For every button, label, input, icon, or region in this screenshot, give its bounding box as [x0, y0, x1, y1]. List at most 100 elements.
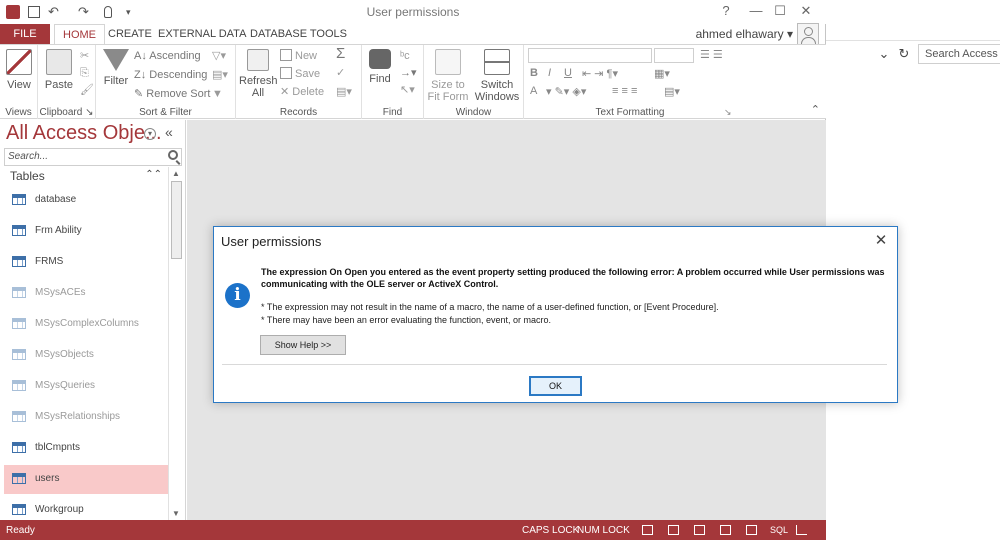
gridlines-icon[interactable]: ▦▾ [654, 67, 670, 80]
datasheet-view-icon[interactable] [642, 525, 653, 535]
format-painter-icon[interactable]: 🖌 [80, 82, 94, 98]
more-records-icon[interactable]: ▤▾ [336, 84, 352, 100]
pivot-chart-view-icon[interactable] [694, 525, 705, 535]
collapse-ribbon-icon[interactable]: ⌃ [811, 103, 820, 116]
find-button[interactable]: Find [364, 49, 396, 85]
nav-item-msysqueries[interactable]: MSysQueries [4, 372, 168, 401]
paste-button[interactable]: Paste [42, 49, 76, 91]
chevron-down-icon[interactable]: ⌄ [876, 46, 892, 62]
size-to-fit-label-2: Fit Form [427, 91, 469, 103]
copy-icon[interactable]: ⎘ [80, 65, 89, 81]
remove-sort-button[interactable]: ✎ Remove Sort [134, 86, 210, 102]
tab-home[interactable]: HOME [54, 24, 105, 44]
caps-lock-indicator: CAPS LOCK [522, 525, 580, 536]
new-record-button[interactable]: New [280, 48, 317, 64]
tab-external-data[interactable]: EXTERNAL DATA [150, 24, 254, 44]
help-icon[interactable]: ? [716, 3, 736, 18]
advanced-filter-icon[interactable]: ▤▾ [212, 67, 228, 83]
alternate-row-color-icon[interactable]: ▤▾ [664, 85, 680, 98]
list-icons[interactable]: ☰ ☰ [700, 48, 723, 61]
align-icons[interactable]: ≡ ≡ ≡ [612, 85, 637, 97]
sql-view-button[interactable]: SQL [770, 525, 788, 535]
user-account[interactable]: ahmed elhawary ▾ [696, 27, 793, 41]
nav-item-msysobjects[interactable]: MSysObjects [4, 341, 168, 370]
collapse-section-icon[interactable]: ⌃⌃ [145, 169, 162, 180]
text-formatting-launcher-icon[interactable]: ↘ [724, 107, 732, 118]
nav-item-msysrelationships[interactable]: MSysRelationships [4, 403, 168, 432]
delete-icon: ✕ [280, 86, 290, 98]
status-bar: Ready CAPS LOCK NUM LOCK SQL [0, 520, 826, 540]
table-icon [12, 504, 26, 515]
nav-item-msyscomplexcolumns[interactable]: MSysComplexColumns [4, 310, 168, 339]
views-group: View Views [0, 45, 38, 119]
clipboard-launcher-icon[interactable]: ↘ [85, 107, 93, 118]
replace-icon[interactable]: ᵇc [400, 48, 410, 64]
view-button[interactable]: View [4, 49, 34, 91]
filter-button[interactable]: Filter [100, 49, 132, 87]
table-icon [12, 256, 26, 267]
font-color-button[interactable]: A [530, 85, 537, 97]
nav-item-msysaces[interactable]: MSysACEs [4, 279, 168, 308]
scroll-down-icon[interactable]: ▼ [172, 509, 180, 518]
totals-icon[interactable]: Σ [336, 46, 345, 62]
ok-button[interactable]: OK [529, 376, 582, 396]
indent-icons[interactable]: ⇤ ⇥ ¶▾ [582, 67, 618, 80]
bold-button[interactable]: B [530, 67, 538, 79]
refresh-label: Refresh [239, 75, 278, 87]
find-group-label: Find [382, 107, 403, 118]
tab-database-tools[interactable]: DATABASE TOOLS [242, 24, 355, 44]
pivot-table-view-icon[interactable] [668, 525, 679, 535]
binoculars-icon [369, 49, 391, 69]
nav-item-frm-ability[interactable]: Frm Ability [4, 217, 168, 246]
nav-item-database[interactable]: database [4, 186, 168, 215]
search-icon[interactable] [168, 150, 178, 160]
nav-item-frms[interactable]: FRMS [4, 248, 168, 277]
sort-ascending-button[interactable]: A↓ Ascending [134, 48, 201, 64]
refresh-all-button[interactable]: Refresh All [239, 49, 278, 99]
design-view-icon[interactable] [746, 525, 757, 535]
table-icon [12, 349, 26, 360]
nav-item-tblcmpnts[interactable]: tblCmpnts [4, 434, 168, 463]
maximize-icon[interactable]: ☐ [770, 3, 790, 19]
avatar[interactable] [797, 23, 819, 45]
delete-record-button[interactable]: ✕ Delete [280, 84, 324, 100]
nav-item-users[interactable]: users [4, 465, 168, 494]
layout-view-icon[interactable] [720, 525, 731, 535]
spelling-icon[interactable]: ✓ [336, 65, 345, 81]
nav-search-input[interactable]: Search... [4, 148, 182, 166]
nav-scrollbar[interactable]: ▲ ▼ [168, 167, 184, 520]
close-icon[interactable]: ✕ [796, 3, 816, 19]
collapse-nav-icon[interactable]: « [165, 124, 173, 140]
tab-file[interactable]: FILE [0, 24, 50, 44]
scroll-thumb[interactable] [171, 181, 182, 259]
table-icon [12, 442, 26, 453]
cut-icon[interactable]: ✂ [80, 48, 89, 64]
scroll-up-icon[interactable]: ▲ [172, 169, 180, 178]
selection-filter-icon[interactable]: ▽▾ [212, 48, 226, 64]
sort-descending-button[interactable]: Z↓ Descending [134, 67, 207, 83]
switch-windows-button[interactable]: Switch Windows [472, 49, 522, 103]
window-group-label: Window [455, 107, 492, 118]
search-access-input[interactable]: Search Access Lo [918, 44, 1000, 64]
show-help-button[interactable]: Show Help >> [260, 335, 346, 355]
chart-view-icon[interactable] [796, 525, 807, 535]
refresh-icon[interactable]: ↻ [896, 46, 912, 62]
italic-button[interactable]: I [548, 67, 551, 79]
toggle-filter-icon[interactable]: ▼ [212, 86, 223, 102]
highlight-icons[interactable]: ▾ ✎▾ ◈▾ [546, 85, 586, 98]
go-to-icon[interactable]: →▾ [400, 65, 417, 81]
select-icon[interactable]: ↖▾ [400, 82, 415, 98]
save-record-button[interactable]: Save [280, 66, 320, 82]
refresh-all-label: All [251, 87, 265, 99]
minimize-icon[interactable]: — [746, 3, 766, 18]
underline-button[interactable]: U [564, 67, 572, 79]
font-name-combo[interactable] [528, 48, 652, 63]
filter-label: Filter [103, 75, 129, 87]
size-to-fit-icon [435, 49, 461, 75]
nav-pane-title[interactable]: All Access Obje... [6, 122, 162, 145]
clipboard-group-label: Clipboard ↘ [39, 107, 94, 118]
close-icon[interactable]: ✕ [872, 231, 890, 249]
nav-menu-chevron-icon[interactable]: ▾ [144, 128, 156, 140]
font-size-combo[interactable] [654, 48, 694, 63]
size-to-fit-form-button[interactable]: Size to Fit Form [426, 49, 470, 103]
